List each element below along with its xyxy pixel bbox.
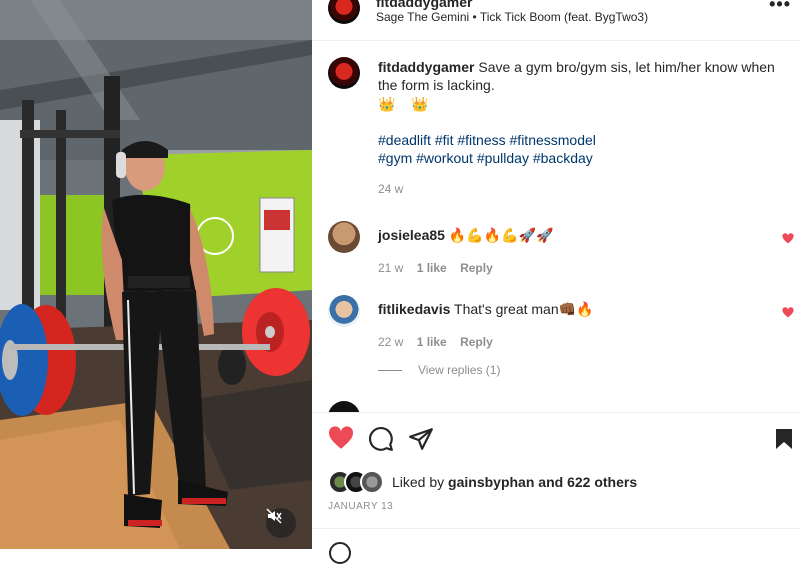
heart-icon[interactable] (328, 426, 354, 452)
post-details-panel: fitdaddygamer Sage The Gemini • Tick Tic… (312, 0, 801, 564)
likes-text: Liked by gainsbyphan and 622 others (392, 474, 637, 490)
gym-video-frame (0, 0, 312, 549)
caption-age[interactable]: 24 w (378, 182, 403, 196)
author-avatar[interactable] (328, 0, 360, 24)
caption-avatar[interactable] (328, 57, 360, 89)
replies-divider (378, 369, 402, 371)
likes-others[interactable]: and 622 others (534, 474, 637, 490)
comment-text-line: fitlikedavis That's great man👊🏾🔥 (378, 301, 594, 318)
bookmark-icon[interactable] (772, 426, 796, 452)
comment-text-line: josielea85 🔥💪🔥💪🚀🚀 (378, 227, 553, 244)
comment-text: That's great man👊🏾🔥 (454, 301, 594, 317)
likes-summary: Liked by gainsbyphan and 622 others (328, 470, 637, 494)
post-header: fitdaddygamer Sage The Gemini • Tick Tic… (312, 0, 801, 41)
liker-avatar[interactable] (360, 470, 384, 494)
more-options-icon[interactable]: ••• (769, 0, 791, 15)
commenter-username[interactable]: josielea85 (378, 227, 445, 243)
comment-heart-icon[interactable] (782, 233, 794, 245)
comment-meta: 21 w 1 like Reply (378, 261, 503, 275)
commenter-avatar[interactable] (328, 401, 360, 412)
add-comment-box[interactable] (312, 528, 801, 564)
liker-username[interactable]: gainsbyphan (448, 474, 534, 490)
commenter-avatar[interactable] (328, 221, 360, 253)
likes-prefix: Liked by (392, 474, 449, 490)
emoji-icon[interactable] (328, 541, 352, 565)
crown-emojis: 👑 👑 (378, 96, 435, 112)
post-date[interactable]: JANUARY 13 (328, 501, 393, 512)
author-username[interactable]: fitdaddygamer (376, 0, 472, 10)
comment-heart-icon[interactable] (782, 307, 794, 319)
reply-button[interactable]: Reply (460, 261, 493, 275)
view-replies-label: View replies (1) (418, 363, 501, 377)
comment-meta: 22 w 1 like Reply (378, 335, 503, 349)
share-icon[interactable] (408, 426, 434, 452)
audio-track-link[interactable]: Sage The Gemini • Tick Tick Boom (feat. … (376, 10, 648, 24)
commenter-username[interactable]: fitlikedavis (378, 301, 450, 317)
comment-item: fitlikedavis That's great man👊🏾🔥 22 w 1 … (328, 295, 798, 355)
mute-toggle-button[interactable] (266, 508, 296, 538)
comment-likes[interactable]: 1 like (417, 261, 447, 275)
view-replies-button[interactable]: View replies (1) (378, 363, 500, 377)
comment-age[interactable]: 21 w (378, 261, 403, 275)
post-video[interactable] (0, 0, 312, 549)
hashtags[interactable]: #deadlift #fit #fitness #fitnessmodel #g… (378, 131, 778, 167)
caption-text-block: fitdaddygamer Save a gym bro/gym sis, le… (378, 58, 778, 167)
comment-age[interactable]: 22 w (378, 335, 403, 349)
comment-item: josielea85 🔥💪🔥💪🚀🚀 21 w 1 like Reply (328, 221, 798, 281)
hashtags-line-2[interactable]: #gym #workout #pullday #backday (378, 149, 778, 167)
mute-icon (266, 508, 282, 524)
post-actions: Liked by gainsbyphan and 622 others JANU… (312, 412, 801, 531)
comments-scroll-area[interactable]: fitdaddygamer Save a gym bro/gym sis, le… (312, 41, 801, 412)
comment-icon[interactable] (368, 426, 394, 452)
commenter-avatar[interactable] (328, 295, 360, 327)
comment-likes[interactable]: 1 like (417, 335, 447, 349)
comment-text: 🔥💪🔥💪🚀🚀 (448, 227, 554, 243)
hashtags-line-1[interactable]: #deadlift #fit #fitness #fitnessmodel (378, 131, 778, 149)
caption-username[interactable]: fitdaddygamer (378, 59, 474, 75)
reply-button[interactable]: Reply (460, 335, 493, 349)
